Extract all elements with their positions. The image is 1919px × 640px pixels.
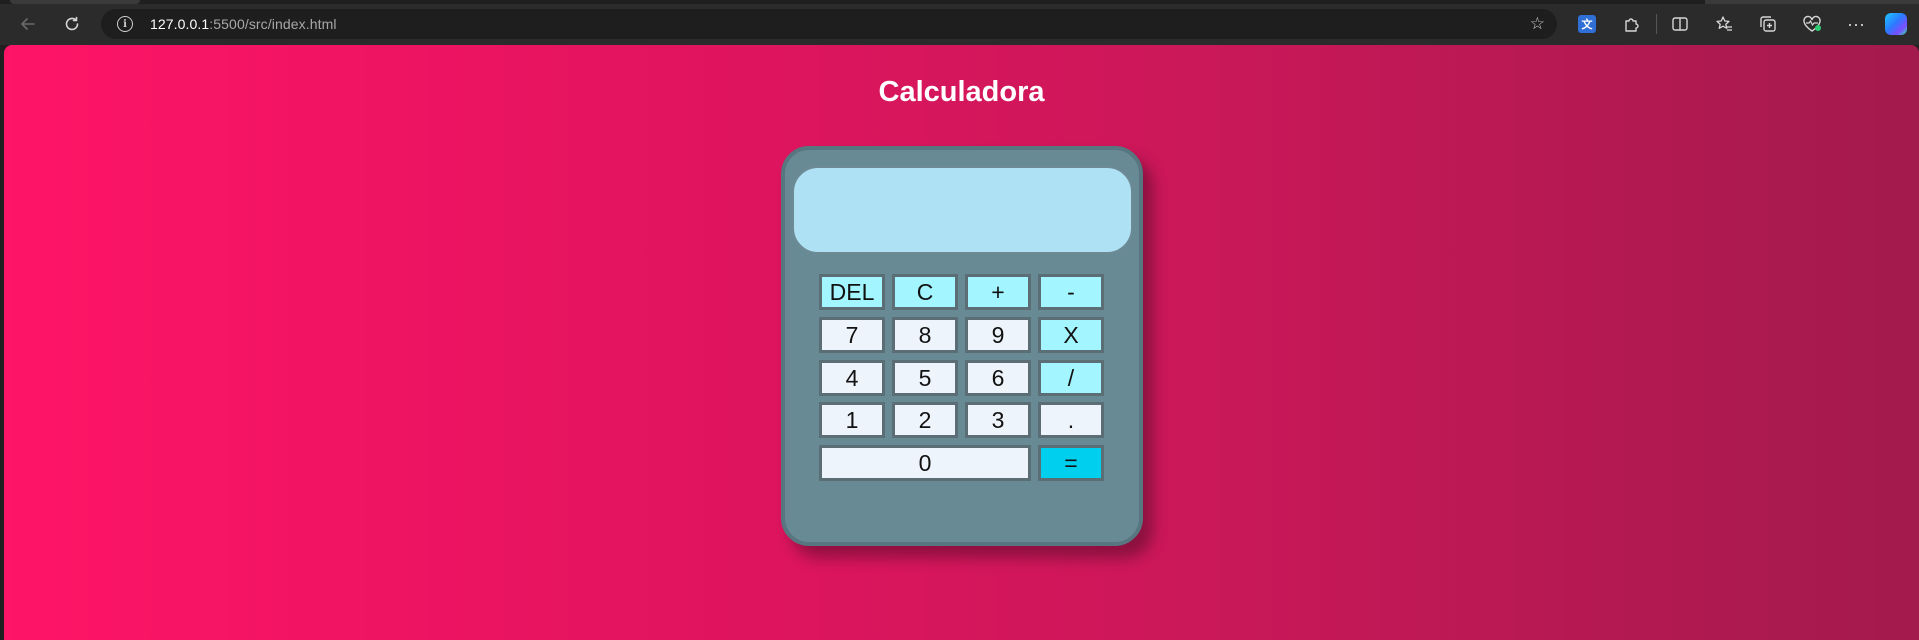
keypad: DEL C + - 7 8 9 X 4 5 6 / 1 2 3 . 0 = xyxy=(819,274,1105,492)
back-button[interactable] xyxy=(12,10,44,38)
clear-button[interactable]: C xyxy=(892,274,958,310)
digit-6-button[interactable]: 6 xyxy=(965,360,1031,396)
translate-icon: 文 xyxy=(1578,15,1596,33)
digit-5-button[interactable]: 5 xyxy=(892,360,958,396)
split-screen-icon xyxy=(1672,17,1688,31)
browser-essentials-button[interactable] xyxy=(1800,12,1824,36)
heart-pulse-icon xyxy=(1803,15,1821,32)
extensions-button[interactable] xyxy=(1620,12,1644,36)
equals-button[interactable]: = xyxy=(1038,445,1104,481)
calculator: DEL C + - 7 8 9 X 4 5 6 / 1 2 3 . 0 = xyxy=(781,146,1143,546)
minus-button[interactable]: - xyxy=(1038,274,1104,310)
browser-tab-right[interactable] xyxy=(1705,0,1919,4)
digit-0-button[interactable]: 0 xyxy=(819,445,1031,481)
digit-9-button[interactable]: 9 xyxy=(965,317,1031,353)
url-host: 127.0.0.1 xyxy=(150,16,210,32)
browser-toolbar: i 127.0.0.1:5500/src/index.html ☆ 文 ··· xyxy=(0,0,1919,45)
page-title: Calculadora xyxy=(878,76,1045,108)
url-text[interactable]: 127.0.0.1:5500/src/index.html xyxy=(150,16,337,32)
copilot-icon xyxy=(1885,13,1907,35)
more-options-button[interactable]: ··· xyxy=(1844,12,1868,36)
favorites-list-icon xyxy=(1716,16,1732,31)
digit-8-button[interactable]: 8 xyxy=(892,317,958,353)
favorites-button[interactable] xyxy=(1712,12,1736,36)
ellipsis-icon: ··· xyxy=(1847,13,1865,34)
browser-tab[interactable] xyxy=(10,0,140,4)
page-viewport: Calculadora DEL C + - 7 8 9 X 4 5 6 / 1 … xyxy=(4,45,1919,640)
reload-icon xyxy=(65,16,79,31)
delete-button[interactable]: DEL xyxy=(819,274,885,310)
favorite-star-icon[interactable]: ☆ xyxy=(1530,14,1545,34)
digit-7-button[interactable]: 7 xyxy=(819,317,885,353)
collections-button[interactable] xyxy=(1756,12,1780,36)
arrow-left-icon xyxy=(21,18,35,30)
decimal-button[interactable]: . xyxy=(1038,402,1104,438)
calculator-display xyxy=(792,166,1133,254)
digit-4-button[interactable]: 4 xyxy=(819,360,885,396)
divide-button[interactable]: / xyxy=(1038,360,1104,396)
toolbar-divider xyxy=(1656,14,1657,34)
collections-icon xyxy=(1760,16,1776,32)
address-bar[interactable]: i 127.0.0.1:5500/src/index.html ☆ xyxy=(101,9,1557,39)
digit-2-button[interactable]: 2 xyxy=(892,402,958,438)
translate-button[interactable]: 文 xyxy=(1575,12,1599,36)
tab-strip xyxy=(0,0,1919,4)
digit-1-button[interactable]: 1 xyxy=(819,402,885,438)
multiply-button[interactable]: X xyxy=(1038,317,1104,353)
reload-button[interactable] xyxy=(56,10,88,38)
digit-3-button[interactable]: 3 xyxy=(965,402,1031,438)
url-path: :5500/src/index.html xyxy=(209,16,337,32)
plus-button[interactable]: + xyxy=(965,274,1031,310)
site-info-icon[interactable]: i xyxy=(117,16,133,32)
puzzle-icon xyxy=(1625,18,1639,32)
split-screen-button[interactable] xyxy=(1668,12,1692,36)
copilot-button[interactable] xyxy=(1884,12,1908,36)
